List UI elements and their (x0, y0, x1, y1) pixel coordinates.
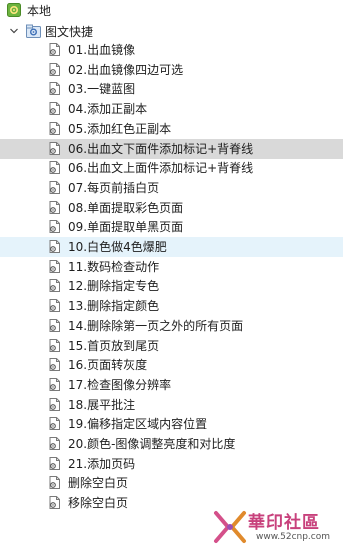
action-document-icon (49, 417, 60, 431)
tree-item-label: 10.白色做4色爆肥 (68, 240, 167, 254)
tree-item[interactable]: 17.检查图像分辨率 (0, 375, 343, 395)
action-document-icon (49, 141, 60, 155)
tree-item[interactable]: 15.首页放到尾页 (0, 336, 343, 356)
tree-item[interactable]: 14.删除除第一页之外的所有页面 (0, 316, 343, 336)
tree-item-label: 19.偏移指定区域内容位置 (68, 417, 208, 432)
tree-item-label: 18.展平批注 (68, 397, 136, 412)
watermark-text: 華印社區 (248, 513, 320, 533)
tree-item-label: 08.单面提取彩色页面 (68, 200, 184, 215)
action-document-icon (49, 220, 60, 234)
chevron-down-icon[interactable] (9, 26, 19, 36)
tree-folder-label: 图文快捷 (45, 25, 94, 39)
tree-item-label: 16.页面转灰度 (68, 358, 148, 373)
tree-root-label: 本地 (27, 4, 52, 18)
tree-item-label: 04.添加正副本 (68, 102, 148, 117)
action-document-icon (49, 496, 60, 510)
action-document-icon (49, 43, 60, 56)
tree-item[interactable]: 07.每页前插白页 (0, 178, 343, 198)
tree-item-label: 06.出血文下面件添加标记+背脊线 (68, 141, 254, 156)
action-document-icon (49, 180, 60, 194)
action-document-icon (49, 437, 60, 450)
tree-item-label: 02.出血镜像四边可选 (68, 62, 184, 77)
tree-item-label: 删除空白页 (68, 476, 129, 491)
tree-item-label: 06.出血文上面件添加标记+背脊线 (68, 161, 254, 176)
tree-item-label: 09.单面提取单黑页面 (68, 220, 184, 235)
tree-item-label: 12.删除指定专色 (68, 279, 160, 294)
tree-item-label: 05.添加红色正副本 (68, 121, 172, 136)
action-document-icon (49, 279, 60, 293)
tree-item[interactable]: 19.偏移指定区域内容位置 (0, 414, 343, 434)
tree-item-label: 17.检查图像分辨率 (68, 377, 172, 392)
tree-item-label: 15.首页放到尾页 (68, 338, 160, 353)
tree-item[interactable]: 08.单面提取彩色页面 (0, 198, 343, 218)
tree-item[interactable]: 18.展平批注 (0, 395, 343, 415)
tree-item[interactable]: 01.出血镜像 (0, 40, 343, 60)
tree-item[interactable]: 13.删除指定颜色 (0, 296, 343, 316)
action-document-icon (49, 299, 60, 313)
action-document-icon (49, 377, 60, 391)
tree-item-label: 移除空白页 (68, 496, 129, 511)
tree-item-label: 14.删除除第一页之外的所有页面 (68, 318, 244, 333)
action-document-icon (49, 121, 60, 135)
tree-item-label: 01.出血镜像 (68, 43, 136, 57)
tree-item[interactable]: 10.白色做4色爆肥 (0, 237, 343, 257)
action-document-icon (49, 82, 60, 96)
tree-item-label: 11.数码检查动作 (68, 259, 160, 274)
tree-item[interactable]: 04.添加正副本 (0, 99, 343, 119)
tree-item[interactable]: 03.一键蓝图 (0, 79, 343, 99)
tree-item[interactable]: 02.出血镜像四边可选 (0, 60, 343, 80)
action-document-icon (49, 318, 60, 332)
tree-item[interactable]: 09.单面提取单黑页面 (0, 217, 343, 237)
tree-item[interactable]: 16.页面转灰度 (0, 355, 343, 375)
tree-item[interactable]: 21.添加页码 (0, 454, 343, 474)
watermark-url: www.52cnp.com (256, 532, 331, 542)
action-document-icon (49, 62, 60, 76)
tree-item[interactable]: 05.添加红色正副本 (0, 119, 343, 139)
tree-root-local[interactable]: 本地 (0, 1, 343, 21)
action-document-icon (49, 240, 60, 253)
tree-item[interactable]: 11.数码检查动作 (0, 257, 343, 277)
tree-item[interactable]: 06.出血文下面件添加标记+背脊线 (0, 138, 343, 159)
action-document-icon (49, 161, 60, 175)
action-document-icon (49, 102, 60, 116)
tree-item-label: 07.每页前插白页 (68, 180, 160, 195)
tree-item[interactable]: 20.颜色-图像调整亮度和对比度 (0, 434, 343, 454)
action-document-icon (49, 338, 60, 352)
tree-item-label: 13.删除指定颜色 (68, 299, 160, 314)
tree-item[interactable]: 删除空白页 (0, 473, 343, 493)
tree-item[interactable]: 06.出血文上面件添加标记+背脊线 (0, 158, 343, 178)
gear-folder-icon (26, 24, 41, 38)
action-document-icon (49, 259, 60, 273)
action-document-icon (49, 358, 60, 372)
action-document-icon (49, 476, 60, 490)
gear-folder-icon (7, 3, 21, 17)
tree-item-label: 03.一键蓝图 (68, 82, 136, 97)
tree-item-label: 21.添加页码 (68, 456, 136, 471)
tree-item-label: 20.颜色-图像调整亮度和对比度 (68, 437, 236, 451)
action-document-icon (49, 397, 60, 411)
action-document-icon (49, 200, 60, 214)
tree-folder-shortcuts[interactable]: 图文快捷 (0, 22, 343, 42)
tree-item[interactable]: 12.删除指定专色 (0, 276, 343, 296)
action-document-icon (49, 456, 60, 470)
